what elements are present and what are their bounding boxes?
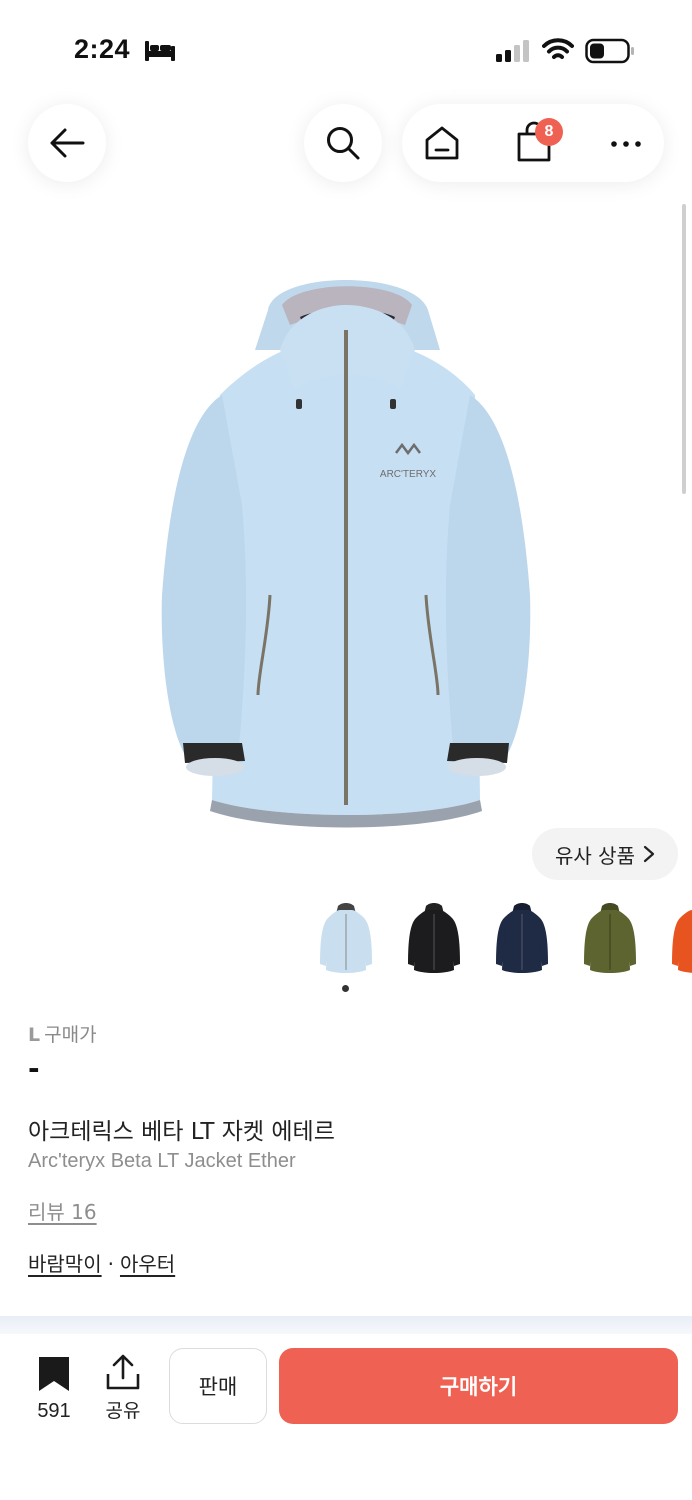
sell-button[interactable]: 판매 <box>169 1348 267 1424</box>
product-title-en: Arc'teryx Beta LT Jacket Ether <box>28 1150 296 1172</box>
thumbnail-jacket[interactable] <box>316 900 376 980</box>
size-value: L <box>28 1024 41 1046</box>
cart-count-badge: 8 <box>535 118 563 146</box>
battery-icon <box>585 38 634 64</box>
image-pager-dot <box>342 985 349 992</box>
bottom-action-bar: 591 공유 판매 구매하기 <box>0 1334 692 1500</box>
category-separator: · <box>107 1252 114 1276</box>
wifi-icon <box>542 38 574 59</box>
search-icon <box>327 127 360 160</box>
more-horizontal-icon <box>611 141 641 147</box>
thumbnail-jacket[interactable] <box>492 900 552 980</box>
category-link-windbreaker[interactable]: 바람막이 <box>28 1252 102 1276</box>
nav-action-group: 8 <box>402 104 664 182</box>
buy-button[interactable]: 구매하기 <box>279 1348 678 1424</box>
share-icon <box>106 1354 140 1390</box>
bookmark-icon <box>39 1357 69 1391</box>
home-button[interactable] <box>422 123 462 163</box>
brand-logo-text: ARC'TERYX <box>380 469 437 480</box>
price-value: - <box>28 1052 40 1085</box>
similar-products-button[interactable]: 유사 상품 <box>532 828 678 880</box>
chevron-right-icon <box>643 845 655 863</box>
thumbnail-jacket[interactable] <box>580 900 640 980</box>
home-icon <box>425 126 459 160</box>
price-label: 구매가 <box>44 1024 97 1046</box>
share-button[interactable]: 공유 <box>98 1354 148 1423</box>
status-bar: 2:24 <box>0 0 692 100</box>
category-link-outer[interactable]: 아우터 <box>120 1252 175 1276</box>
thumbnail-jacket[interactable] <box>668 900 692 980</box>
bookmark-button[interactable]: 591 <box>26 1356 82 1423</box>
share-label: 공유 <box>105 1400 141 1422</box>
category-breadcrumb: 바람막이 · 아우터 <box>28 1248 175 1277</box>
status-time: 2:24 <box>74 34 131 64</box>
back-button[interactable] <box>28 104 106 182</box>
cellular-signal-icon <box>496 40 529 62</box>
search-button[interactable] <box>304 104 382 182</box>
size-price-label: L 구매가 <box>28 1020 97 1047</box>
similar-products-label: 유사 상품 <box>555 843 635 868</box>
product-image[interactable]: ARC'TERYX <box>150 255 542 835</box>
color-thumbnails <box>316 900 692 980</box>
arrow-left-icon <box>50 128 85 158</box>
scroll-indicator[interactable] <box>682 204 686 494</box>
bookmark-count: 591 <box>37 1400 71 1422</box>
section-divider <box>0 1316 692 1334</box>
more-button[interactable] <box>606 124 646 164</box>
sleep-mode-icon <box>145 41 175 61</box>
review-link[interactable]: 리뷰 16 <box>28 1196 97 1225</box>
thumbnail-jacket[interactable] <box>404 900 464 980</box>
product-title-ko: 아크테릭스 베타 LT 자켓 에테르 <box>28 1119 335 1145</box>
